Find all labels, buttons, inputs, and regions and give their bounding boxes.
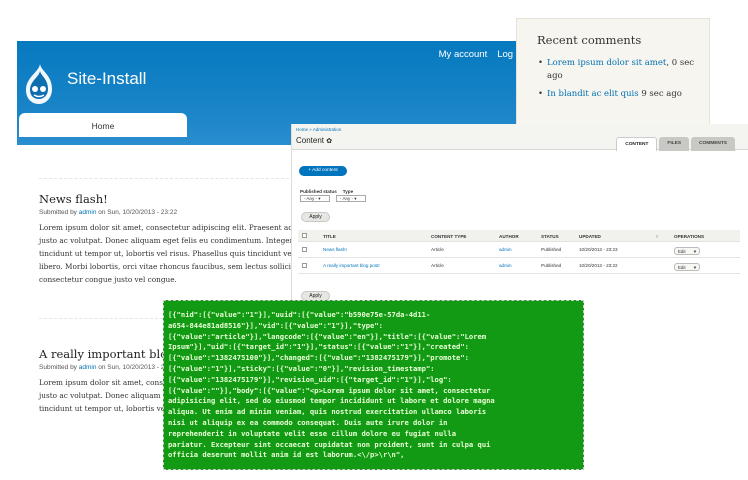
filter-labels: Published status Type — [300, 189, 366, 194]
status-select-value: - Any - — [304, 196, 318, 201]
row-updated: 10/20/2013 - 23:22 — [579, 263, 618, 268]
column-author[interactable]: AUTHOR — [499, 234, 519, 239]
user-menu: My account Log o — [439, 49, 521, 60]
column-status[interactable]: STATUS — [541, 234, 559, 239]
json-output: [{"nid":[{"value":"1"}],"uuid":[{"value"… — [163, 300, 584, 470]
chevron-down-icon[interactable]: ▼ — [693, 264, 697, 271]
page-title: Content ✿ — [296, 136, 332, 145]
row-title-link[interactable]: News flash! — [323, 247, 347, 252]
author-link[interactable]: admin — [79, 364, 97, 371]
edit-dropbutton[interactable]: Edit ▼ — [674, 263, 700, 271]
my-account-link[interactable]: My account — [439, 49, 488, 60]
edit-label: Edit — [678, 249, 686, 254]
site-name[interactable]: Site-Install — [67, 69, 146, 89]
author-link[interactable]: admin — [79, 209, 97, 216]
meta-prefix: Submitted by — [39, 364, 79, 371]
edit-dropbutton[interactable]: Edit ▼ — [674, 247, 700, 255]
row-author-link[interactable]: admin — [499, 263, 512, 268]
table-row: News flash! Article admin Published 10/2… — [298, 242, 740, 258]
breadcrumb[interactable]: Home » Administration — [296, 127, 341, 132]
table-row: A really important blog post! Article ad… — [298, 258, 740, 274]
admin-content-panel: Home » Administration Content ✿ CONTENT … — [291, 124, 748, 305]
comment-age: 9 sec ago — [638, 89, 682, 99]
type-select-value: - Any - — [340, 196, 354, 201]
type-select[interactable]: - Any - ▾ — [336, 195, 366, 202]
main-menu-home-tab[interactable]: Home — [19, 113, 187, 137]
row-author-link[interactable]: admin — [499, 247, 512, 252]
apply-filter-button[interactable]: Apply — [301, 212, 330, 222]
comment-link[interactable]: Lorem ipsum dolor sit amet — [547, 58, 666, 68]
filter-label-status: Published status — [300, 189, 337, 194]
admin-tabs: CONTENT FILES COMMENTS — [616, 137, 735, 151]
drupal-logo-icon[interactable] — [23, 63, 57, 105]
tab-content[interactable]: CONTENT — [616, 137, 658, 151]
divider — [39, 178, 289, 179]
tab-comments[interactable]: COMMENTS — [691, 137, 735, 151]
article-teaser: News flash! Submitted by admin on Sun, 1… — [39, 192, 306, 286]
comment-link[interactable]: In blandit ac elit quis — [547, 89, 639, 99]
status-select[interactable]: - Any - ▾ — [300, 195, 330, 202]
row-checkbox[interactable] — [302, 247, 307, 252]
row-status: Published — [541, 247, 562, 252]
list-item: Lorem ipsum dolor sit amet, 0 sec ago — [538, 57, 709, 83]
recent-comments-block: Recent comments Lorem ipsum dolor sit am… — [516, 18, 710, 130]
row-type: Article — [431, 247, 444, 252]
chevron-down-icon[interactable]: ▼ — [693, 248, 697, 255]
meta-date: on Sun, 10/20/2013 - 2 — [96, 364, 165, 371]
row-type: Article — [431, 263, 444, 268]
recent-comments-list: Lorem ipsum dolor sit amet, 0 sec ago In… — [537, 57, 709, 101]
column-operations: OPERATIONS — [674, 234, 705, 239]
filter-label-type: Type — [342, 189, 354, 194]
gear-icon[interactable]: ✿ — [326, 138, 332, 145]
column-updated[interactable]: UPDATED — [579, 234, 601, 239]
column-title[interactable]: TITLE — [323, 234, 336, 239]
sort-desc-icon[interactable]: ▿ — [656, 234, 658, 240]
row-updated: 10/20/2013 - 23:23 — [579, 247, 618, 252]
row-title-link[interactable]: A really important blog post! — [323, 263, 380, 268]
row-checkbox[interactable] — [302, 263, 307, 268]
list-item: In blandit ac elit quis 9 sec ago — [538, 88, 709, 101]
admin-header: Home » Administration Content ✿ CONTENT … — [292, 124, 748, 151]
tab-files[interactable]: FILES — [659, 137, 690, 151]
meta-prefix: Submitted by — [39, 209, 79, 216]
select-all-checkbox[interactable] — [302, 233, 307, 238]
page-title-text: Content — [296, 136, 325, 145]
row-status: Published — [541, 263, 562, 268]
content-filters: Published status Type - Any - ▾ - Any - … — [300, 189, 366, 202]
table-header: TITLE CONTENT TYPE AUTHOR STATUS UPDATED… — [298, 230, 740, 242]
meta-date: on Sun, 10/20/2013 - 23:22 — [96, 209, 178, 216]
article-body: Lorem ipsum dolor sit amet, consectetur … — [39, 223, 306, 284]
edit-label: Edit — [678, 265, 686, 270]
column-content-type[interactable]: CONTENT TYPE — [431, 234, 466, 239]
recent-comments-heading: Recent comments — [537, 33, 642, 47]
add-content-button[interactable]: + Add content — [299, 166, 347, 176]
article-title[interactable]: News flash! — [39, 192, 299, 206]
content-table: TITLE CONTENT TYPE AUTHOR STATUS UPDATED… — [298, 230, 740, 274]
article-meta: Submitted by admin on Sun, 10/20/2013 - … — [39, 209, 299, 216]
filter-selects: - Any - ▾ - Any - ▾ — [300, 195, 366, 202]
